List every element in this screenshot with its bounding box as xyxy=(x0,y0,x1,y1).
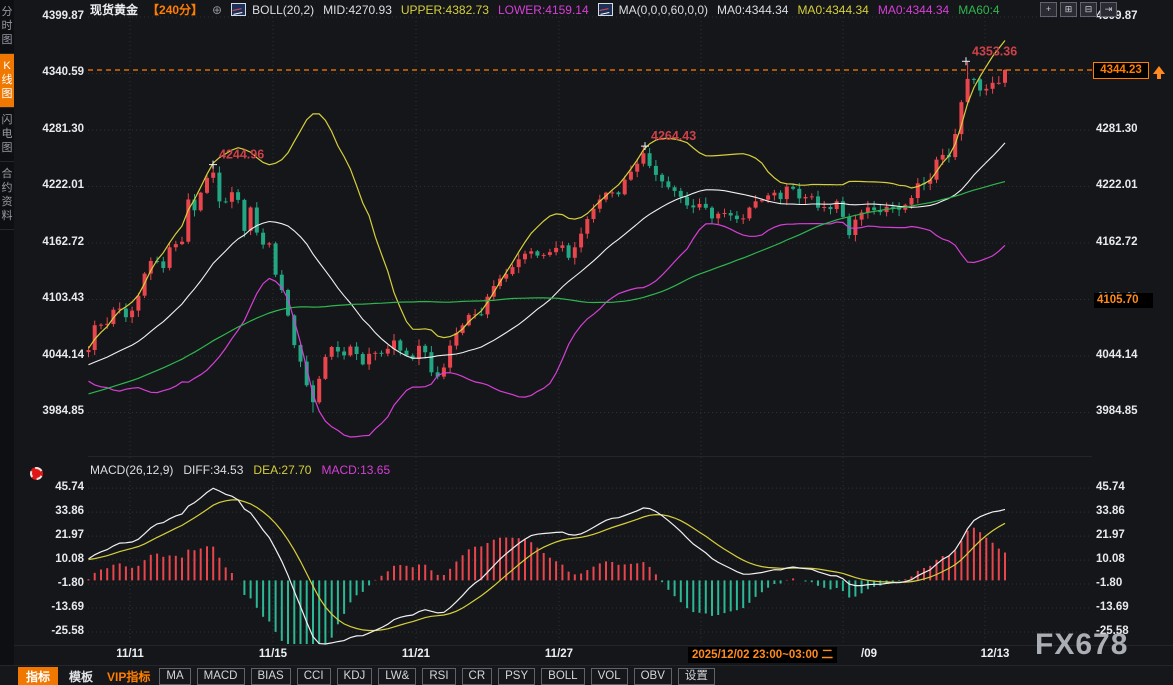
macd-tick-r-1: 33.86 xyxy=(1096,505,1166,517)
price-tick-l-1: 4340.59 xyxy=(28,66,84,78)
macd-hist-value: MACD:13.65 xyxy=(321,463,390,477)
svg-text:4264.43: 4264.43 xyxy=(651,129,696,143)
ma-indicator-icon xyxy=(598,3,613,16)
price-tick-l-5: 4103.43 xyxy=(28,292,84,304)
hover-date-tooltip: 2025/12/02 23:00~03:00 二 xyxy=(688,647,837,663)
layout-grid-icon[interactable]: + xyxy=(1040,2,1057,17)
last-price-label: 4344.23 xyxy=(1093,62,1149,79)
indicator-toolbar: 指标模板 VIP指标 MA MACD BIAS CCI KDJ LW&RSI CR PSY BOLL… xyxy=(0,665,1173,685)
toolbar-item-BOLL[interactable]: BOLL xyxy=(541,668,584,685)
price-tick-r-6: 4044.14 xyxy=(1096,349,1166,361)
price-tick-r-3: 4222.01 xyxy=(1096,179,1166,191)
ma0-value-1: MA0:4344.34 xyxy=(717,3,788,17)
price-tick-l-3: 4222.01 xyxy=(28,179,84,191)
toolbar-item-PSY[interactable]: PSY xyxy=(498,668,535,685)
scroll-to-latest-icon[interactable] xyxy=(1153,60,1165,74)
date-label-2: 11/15 xyxy=(259,648,287,660)
macd-tick-r-2: 21.97 xyxy=(1096,529,1166,541)
price-tick-l-7: 3984.85 xyxy=(28,405,84,417)
toolbar-item-CCI[interactable]: CCI xyxy=(297,668,331,685)
date-label-4: 11/27 xyxy=(545,648,573,660)
toolbar-item-CR[interactable]: CR xyxy=(462,668,493,685)
toolbar-item-LW&[interactable]: LW& xyxy=(378,668,416,685)
macd-tick-r-5: -13.69 xyxy=(1096,601,1166,613)
ma0-value-3: MA0:4344.34 xyxy=(878,3,949,17)
toolbar-item-模板[interactable]: 模板 xyxy=(64,667,98,685)
toolbar-item-MACD[interactable]: MACD xyxy=(197,668,245,685)
live-indicator-icon xyxy=(30,467,43,480)
boll-indicator-icon xyxy=(231,3,246,16)
boll-indicator-icon-line xyxy=(233,8,243,15)
price-tick-r-4: 4162.72 xyxy=(1096,236,1166,248)
symbol-name: 现货黄金 xyxy=(90,3,138,17)
toolbar-item-KDJ[interactable]: KDJ xyxy=(337,668,373,685)
add-overlay-icon[interactable]: ⊕ xyxy=(212,3,222,17)
trading-app: 4244.96 4264.43 4353.36 分时图K线图闪电图合约资料 现货黄金… xyxy=(0,0,1173,685)
svg-text:4353.36: 4353.36 xyxy=(972,44,1017,58)
macd-header: MACD(26,12,9) DIFF:34.53 DEA:27.70 MACD:13.… xyxy=(90,463,400,477)
macd-tick-l-0: 45.74 xyxy=(28,481,84,493)
svg-text:4244.96: 4244.96 xyxy=(219,148,264,162)
toolbar-item-指标[interactable]: 指标 xyxy=(18,667,58,685)
sidebar-tab-4[interactable]: 合约资料 xyxy=(0,162,14,230)
toolbar-item-RSI[interactable]: RSI xyxy=(422,668,455,685)
toolbar-item-设置[interactable]: 设置 xyxy=(678,668,715,685)
sidebar-tab-2[interactable]: K线图 xyxy=(0,54,14,108)
ma-params: MA(0,0,0,60,0,0) xyxy=(619,3,708,17)
sidebar: 分时图K线图闪电图合约资料 xyxy=(0,0,14,685)
macd-tick-l-1: 33.86 xyxy=(28,505,84,517)
boll-lower-value: LOWER:4159.14 xyxy=(498,3,589,17)
macd-tick-l-4: -1.80 xyxy=(28,577,84,589)
macd-dea-value: DEA:27.70 xyxy=(253,463,311,477)
macd-tick-l-3: 10.08 xyxy=(28,553,84,565)
window-buttons: +⊞⊟⇥ xyxy=(1040,2,1117,17)
date-label-6: 12/13 xyxy=(981,648,1010,660)
toolbar-item-VIP指标[interactable]: VIP指标 xyxy=(104,667,153,685)
price-tick-r-2: 4281.30 xyxy=(1096,123,1166,135)
date-label-1: 11/11 xyxy=(116,648,144,660)
macd-diff-value: DIFF:34.53 xyxy=(183,463,243,477)
ma0-value-2: MA0:4344.34 xyxy=(797,3,868,17)
price-tick-l-6: 4044.14 xyxy=(28,349,84,361)
date-label-3: 11/21 xyxy=(402,648,430,660)
reference-price-label: 4105.70 xyxy=(1094,293,1153,308)
price-tick-l-4: 4162.72 xyxy=(28,236,84,248)
chart-header: 现货黄金【240分】 ⊕ BOLL(20,2) MID:4270.93 UPPER:43… xyxy=(90,1,1009,16)
macd-tick-r-4: -1.80 xyxy=(1096,577,1166,589)
macd-tick-r-3: 10.08 xyxy=(1096,553,1166,565)
macd-params: MACD(26,12,9) xyxy=(90,463,173,477)
sidebar-tab-1[interactable]: 分时图 xyxy=(0,0,14,54)
zoom-frame-icon[interactable]: ⊞ xyxy=(1060,2,1077,17)
boll-upper-value: UPPER:4382.73 xyxy=(401,3,489,17)
date-label-5: /09 xyxy=(861,648,877,660)
price-tick-l-2: 4281.30 xyxy=(28,123,84,135)
sidebar-tab-3[interactable]: 闪电图 xyxy=(0,108,14,162)
toolbar-item-OBV[interactable]: OBV xyxy=(634,668,672,685)
boll-mid-value: MID:4270.93 xyxy=(323,3,392,17)
macd-tick-l-5: -13.69 xyxy=(28,601,84,613)
toolbar-item-BIAS[interactable]: BIAS xyxy=(251,668,291,685)
collapse-panel-icon[interactable]: ⇥ xyxy=(1100,2,1117,17)
watermark: FX678 xyxy=(1035,628,1128,662)
timeframe-label: 【240分】 xyxy=(147,3,203,17)
macd-tick-l-2: 21.97 xyxy=(28,529,84,541)
toolbar-item-VOL[interactable]: VOL xyxy=(591,668,628,685)
macd-tick-l-6: -25.58 xyxy=(28,625,84,637)
date-axis: 240分 ▲ 2025/12/02 23:00~03:00 二 11/1111/… xyxy=(0,646,1173,665)
scale-frame-icon[interactable]: ⊟ xyxy=(1080,2,1097,17)
boll-params: BOLL(20,2) xyxy=(252,3,314,17)
kline-chart[interactable]: 4244.96 4264.43 4353.36 xyxy=(0,0,1173,685)
macd-tick-r-0: 45.74 xyxy=(1096,481,1166,493)
ma60-value: MA60:4 xyxy=(958,3,999,17)
toolbar-item-MA[interactable]: MA xyxy=(159,668,190,685)
ma-indicator-icon-line xyxy=(599,8,609,15)
price-tick-r-7: 3984.85 xyxy=(1096,405,1166,417)
price-tick-l-0: 4399.87 xyxy=(28,10,84,22)
